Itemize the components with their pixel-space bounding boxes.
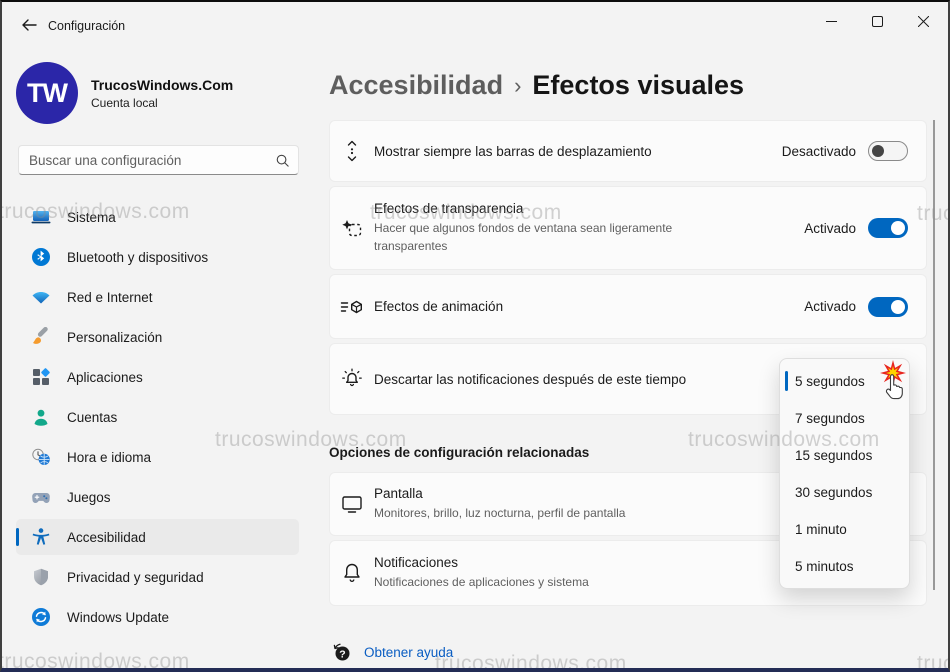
- network-icon: [25, 287, 57, 307]
- sidebar-item-accesibilidad[interactable]: Accesibilidad: [16, 519, 299, 555]
- minimize-button[interactable]: [808, 2, 854, 40]
- search-input[interactable]: [29, 152, 275, 168]
- sidebar-item-privacidad[interactable]: Privacidad y seguridad: [16, 559, 299, 595]
- sidebar-item-hora[interactable]: Hora e idioma: [16, 439, 299, 475]
- get-help-row[interactable]: ? Obtener ayuda: [331, 642, 453, 662]
- titlebar: Configuración: [2, 2, 948, 50]
- minimize-icon: [825, 20, 837, 22]
- profile-row[interactable]: TW TrucosWindows.Com Cuenta local: [16, 62, 233, 124]
- sidebar-item-aplicaciones[interactable]: Aplicaciones: [16, 359, 299, 395]
- time-language-icon: [25, 447, 57, 467]
- sidebar-item-label: Aplicaciones: [67, 369, 143, 385]
- toggle-knob: [872, 145, 884, 157]
- breadcrumb-separator-icon: ›: [514, 73, 522, 98]
- setting-subtitle: Hacer que algunos fondos de ventana sean…: [374, 221, 673, 253]
- dropdown-option-5-segundos[interactable]: 5 segundos: [780, 363, 909, 400]
- get-help-link: Obtener ayuda: [364, 644, 454, 660]
- sidebar-item-juegos[interactable]: Juegos: [16, 479, 299, 515]
- transparency-toggle[interactable]: [868, 218, 908, 238]
- dismiss-time-icon: [330, 367, 374, 391]
- breadcrumb: Accesibilidad › Efectos visuales: [329, 64, 948, 106]
- setting-row-scrollbars: Mostrar siempre las barras de desplazami…: [329, 120, 927, 182]
- notifications-bell-icon: [330, 561, 374, 585]
- sidebar-item-sistema[interactable]: Sistema: [16, 199, 299, 235]
- help-icon: ?: [333, 643, 350, 661]
- sidebar-item-label: Windows Update: [67, 609, 170, 625]
- sidebar-nav: Sistema Bluetooth y dispositivos Red e I…: [16, 199, 299, 639]
- sidebar: TW TrucosWindows.Com Cuenta local Sistem…: [2, 50, 312, 668]
- toggle-knob: [891, 299, 905, 314]
- sidebar-item-label: Privacidad y seguridad: [67, 569, 204, 585]
- page-title: Efectos visuales: [532, 69, 745, 100]
- maximize-button[interactable]: [854, 2, 900, 40]
- dropdown-option-1-minuto[interactable]: 1 minuto: [780, 511, 909, 548]
- related-subtitle: Monitores, brillo, luz nocturna, perfil …: [374, 505, 626, 520]
- dropdown-option-30-segundos[interactable]: 30 segundos: [780, 474, 909, 511]
- apps-icon: [25, 367, 57, 387]
- setting-title: Efectos de transparencia: [374, 201, 524, 217]
- sidebar-item-label: Hora e idioma: [67, 449, 152, 465]
- display-icon: [330, 493, 374, 515]
- sidebar-item-label: Sistema: [67, 209, 116, 225]
- back-arrow-icon: [22, 19, 37, 31]
- scrollbars-toggle[interactable]: [868, 141, 908, 161]
- sidebar-item-windows-update[interactable]: Windows Update: [16, 599, 299, 635]
- gaming-icon: [25, 487, 57, 507]
- sidebar-item-bluetooth[interactable]: Bluetooth y dispositivos: [16, 239, 299, 275]
- avatar: TW: [16, 62, 78, 124]
- selected-indicator: [785, 371, 788, 391]
- accounts-icon: [25, 407, 57, 427]
- animation-toggle[interactable]: [868, 296, 908, 317]
- dropdown-option-5-minutos[interactable]: 5 minutos: [780, 548, 909, 585]
- maximize-icon: [871, 15, 883, 27]
- close-button[interactable]: [900, 2, 946, 40]
- profile-account-type: Cuenta local: [91, 95, 158, 110]
- sidebar-item-label: Cuentas: [67, 409, 118, 425]
- search-box[interactable]: [18, 145, 299, 175]
- profile-name: TrucosWindows.Com: [91, 76, 234, 93]
- sidebar-item-label: Personalización: [67, 329, 163, 345]
- back-button[interactable]: [14, 12, 44, 38]
- sidebar-item-label: Red e Internet: [67, 289, 153, 305]
- accessibility-icon: [25, 527, 57, 547]
- dropdown-option-7-segundos[interactable]: 7 segundos: [780, 400, 909, 437]
- close-icon: [917, 15, 929, 27]
- svg-text:?: ?: [339, 648, 345, 660]
- related-subtitle: Notificaciones de aplicaciones y sistema: [374, 574, 589, 589]
- scrollbars-icon: [330, 140, 374, 162]
- sidebar-item-label: Bluetooth y dispositivos: [67, 249, 209, 265]
- settings-window: Configuración TW TrucosWindows.Com Cuent…: [0, 0, 950, 672]
- sidebar-item-red[interactable]: Red e Internet: [16, 279, 299, 315]
- timeout-dropdown-panel: 5 segundos 7 segundos 15 segundos 30 seg…: [779, 358, 910, 589]
- window-title: Configuración: [48, 19, 126, 33]
- sidebar-item-personalizacion[interactable]: Personalización: [16, 319, 299, 355]
- toggle-knob: [891, 221, 905, 235]
- setting-state-label: Activado: [804, 299, 856, 314]
- setting-row-animation: Efectos de animación Activado: [329, 274, 927, 339]
- privacy-shield-icon: [25, 567, 57, 587]
- setting-title: Mostrar siempre las barras de desplazami…: [374, 143, 652, 159]
- personalization-icon: [25, 327, 57, 347]
- search-icon: [276, 154, 289, 167]
- setting-title: Efectos de animación: [374, 299, 504, 314]
- sidebar-item-cuentas[interactable]: Cuentas: [16, 399, 299, 435]
- setting-row-transparency: Efectos de transparencia Hacer que algun…: [329, 186, 927, 270]
- breadcrumb-parent[interactable]: Accesibilidad: [329, 70, 503, 101]
- animation-icon: [330, 297, 374, 317]
- dropdown-option-15-segundos[interactable]: 15 segundos: [780, 437, 909, 474]
- bluetooth-icon: [25, 247, 57, 267]
- sidebar-item-label: Accesibilidad: [67, 529, 146, 545]
- sidebar-item-label: Juegos: [67, 489, 111, 505]
- system-icon: [25, 207, 57, 227]
- setting-state-label: Desactivado: [781, 143, 856, 159]
- vertical-scrollbar[interactable]: [933, 120, 935, 590]
- windows-update-icon: [25, 607, 57, 627]
- setting-state-label: Activado: [804, 220, 856, 236]
- transparency-icon: [330, 218, 374, 238]
